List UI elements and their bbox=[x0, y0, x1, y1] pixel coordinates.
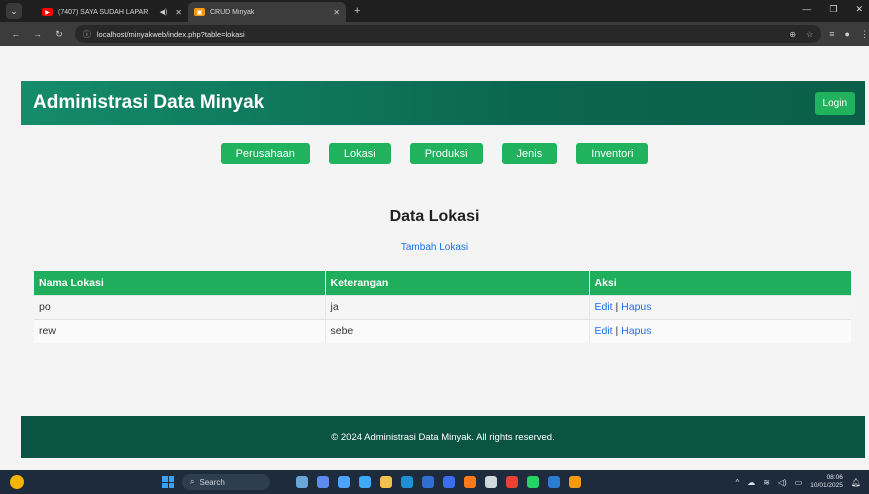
main-nav: Perusahaan Lokasi Produksi Jenis Invento… bbox=[0, 143, 869, 164]
cell-keterangan: sebe bbox=[325, 318, 590, 343]
tray-chevron-icon[interactable]: ^ bbox=[735, 478, 739, 487]
add-location-link[interactable]: Tambah Lokasi bbox=[0, 242, 869, 253]
window-controls: — ❐ ✕ bbox=[802, 4, 863, 15]
nav-inventori[interactable]: Inventori bbox=[576, 143, 649, 164]
cell-nama: po bbox=[34, 294, 326, 319]
bookmark-star-icon[interactable]: ☆ bbox=[806, 30, 813, 39]
edit-link[interactable]: Edit bbox=[595, 325, 613, 337]
site-header: Administrasi Data Minyak Login bbox=[21, 81, 865, 125]
word-icon[interactable] bbox=[548, 476, 560, 488]
back-icon[interactable]: ← bbox=[10, 29, 22, 39]
volume-icon[interactable]: ◁) bbox=[778, 478, 787, 487]
footer-text: © 2024 Administrasi Data Minyak. All rig… bbox=[331, 431, 555, 443]
clock-date: 10/01/2025 bbox=[810, 482, 843, 489]
delete-link[interactable]: Hapus bbox=[621, 325, 651, 337]
restore-icon[interactable]: ❐ bbox=[829, 4, 837, 15]
search-icon: ⌕ bbox=[190, 477, 195, 486]
teams-icon[interactable] bbox=[359, 476, 371, 488]
clock-time: 08:06 bbox=[826, 474, 843, 481]
amazon-icon[interactable] bbox=[485, 476, 497, 488]
clock[interactable]: 08:06 10/01/2025 bbox=[810, 474, 843, 490]
table-row: rew sebe Edit | Hapus bbox=[34, 318, 851, 343]
close-tab-icon[interactable]: ✕ bbox=[175, 8, 182, 17]
nav-perusahaan[interactable]: Perusahaan bbox=[220, 143, 310, 164]
column-header-keterangan: Keterangan bbox=[325, 271, 590, 295]
url-text: localhost/minyakweb/index.php?table=loka… bbox=[96, 29, 245, 39]
wifi-icon[interactable]: ≋ bbox=[763, 478, 770, 487]
tab-title: CRUD Minyak bbox=[210, 8, 255, 16]
whatsapp-icon[interactable] bbox=[527, 476, 539, 488]
cell-aksi: Edit | Hapus bbox=[589, 294, 851, 319]
weather-icon[interactable] bbox=[10, 475, 24, 489]
zoom-icon[interactable]: ⊕ bbox=[789, 30, 796, 39]
close-window-icon[interactable]: ✕ bbox=[855, 4, 863, 15]
action-separator: | bbox=[615, 325, 619, 338]
site-footer: © 2024 Administrasi Data Minyak. All rig… bbox=[21, 416, 865, 458]
widgets-icon[interactable] bbox=[296, 476, 308, 488]
page-content: Administrasi Data Minyak Login Perusahaa… bbox=[0, 46, 869, 470]
speaker-icon[interactable]: ◀) bbox=[160, 8, 168, 16]
table-row: po ja Edit | Hapus bbox=[34, 294, 851, 319]
battery-icon[interactable]: ▭ bbox=[795, 478, 803, 487]
site-info-icon[interactable]: ⓘ bbox=[83, 29, 91, 40]
os-taskbar: ⌕ Search ^ ☁ ≋ ◁) ▭ 08:06 10/01/2025 🔔︎ bbox=[0, 470, 869, 494]
browser-menu-icon[interactable]: ⋮ bbox=[860, 29, 869, 40]
cell-nama: rew bbox=[34, 318, 326, 343]
nav-lokasi[interactable]: Lokasi bbox=[328, 143, 391, 164]
taskbar-apps bbox=[296, 476, 581, 488]
copilot-icon[interactable] bbox=[338, 476, 350, 488]
nav-produksi[interactable]: Produksi bbox=[409, 143, 483, 164]
browser-tab-bar: ⌄ ▶ (7407) SAYA SUDAH LAPAR ◀) ✕ ▣ CRUD … bbox=[0, 0, 869, 22]
location-table: Nama Lokasi Keterangan Aksi po ja Edit |… bbox=[34, 271, 851, 343]
cell-keterangan: ja bbox=[325, 294, 590, 319]
extensions-icon[interactable]: ≡ bbox=[829, 29, 834, 40]
browser-tab-crud[interactable]: ▣ CRUD Minyak ✕ bbox=[188, 2, 346, 22]
page-title: Administrasi Data Minyak bbox=[33, 92, 265, 113]
youtube-icon: ▶ bbox=[42, 8, 53, 16]
table-header-row: Nama Lokasi Keterangan Aksi bbox=[34, 271, 851, 295]
file-explorer-icon[interactable] bbox=[380, 476, 392, 488]
close-tab-icon[interactable]: ✕ bbox=[333, 8, 340, 17]
vscode-icon[interactable] bbox=[443, 476, 455, 488]
tab-search-icon[interactable]: ⌄ bbox=[6, 3, 22, 19]
new-tab-icon[interactable]: + bbox=[354, 5, 360, 17]
firefox-icon[interactable] bbox=[464, 476, 476, 488]
system-tray: ^ ☁ ≋ ◁) ▭ 08:06 10/01/2025 🔔︎ bbox=[735, 474, 861, 490]
action-separator: | bbox=[615, 301, 619, 313]
minimize-icon[interactable]: — bbox=[802, 4, 811, 15]
search-placeholder: Search bbox=[199, 477, 225, 487]
taskbar-search[interactable]: ⌕ Search bbox=[182, 474, 270, 490]
forward-icon[interactable]: → bbox=[32, 29, 44, 39]
section-title: Data Lokasi bbox=[389, 208, 480, 225]
store-icon[interactable] bbox=[422, 476, 434, 488]
reload-icon[interactable]: ↻ bbox=[53, 29, 65, 40]
profile-icon[interactable]: ● bbox=[845, 29, 850, 40]
delete-link[interactable]: Hapus bbox=[621, 301, 651, 313]
task-view-icon[interactable] bbox=[317, 476, 329, 488]
edit-link[interactable]: Edit bbox=[595, 301, 613, 313]
windows-start-icon[interactable] bbox=[162, 476, 174, 488]
chrome-icon[interactable] bbox=[506, 476, 518, 488]
address-bar[interactable]: ⓘ localhost/minyakweb/index.php?table=lo… bbox=[74, 25, 822, 43]
tab-title: (7407) SAYA SUDAH LAPAR bbox=[58, 8, 149, 16]
edge-icon[interactable] bbox=[401, 476, 413, 488]
xampp-icon[interactable] bbox=[569, 476, 581, 488]
browser-toolbar: ← → ↻ ⓘ localhost/minyakweb/index.php?ta… bbox=[0, 22, 869, 46]
login-button[interactable]: Login bbox=[814, 91, 855, 115]
notification-bell-icon[interactable]: 🔔︎ bbox=[851, 478, 861, 487]
cloud-icon[interactable]: ☁ bbox=[747, 478, 755, 487]
cell-aksi: Edit | Hapus bbox=[589, 318, 851, 343]
nav-jenis[interactable]: Jenis bbox=[501, 143, 558, 164]
crud-icon: ▣ bbox=[194, 8, 205, 16]
column-header-aksi: Aksi bbox=[589, 271, 851, 295]
column-header-nama: Nama Lokasi bbox=[34, 271, 326, 295]
browser-tab-youtube[interactable]: ▶ (7407) SAYA SUDAH LAPAR ◀) ✕ bbox=[36, 2, 188, 22]
